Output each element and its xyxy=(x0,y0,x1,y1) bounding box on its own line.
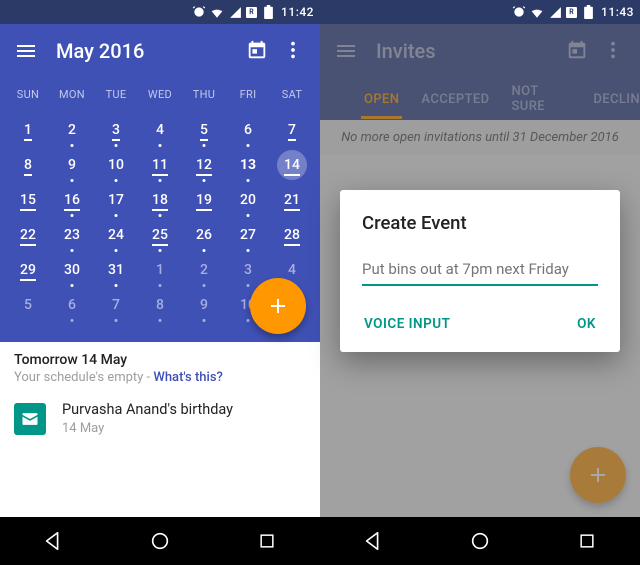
system-nav-bar xyxy=(320,517,640,565)
calendar-day[interactable]: 23 xyxy=(50,219,94,251)
list-item[interactable]: Purvasha Anand's birthday 14 May xyxy=(0,387,320,450)
back-icon[interactable] xyxy=(40,528,66,554)
signal-icon xyxy=(548,5,562,19)
calendar-day[interactable]: 12 xyxy=(182,149,226,181)
left-pane: R 11:42 May 2016 SUNMONTUEWEDTHUFRISAT 1… xyxy=(0,0,320,565)
wifi-icon xyxy=(210,5,224,19)
event-title: Purvasha Anand's birthday xyxy=(62,401,233,418)
calendar-day[interactable]: 27 xyxy=(226,219,270,251)
calendar-day[interactable]: 29 xyxy=(6,254,50,286)
recent-icon[interactable] xyxy=(574,528,600,554)
whats-this-link[interactable]: What's this? xyxy=(153,370,222,385)
calendar-day[interactable]: 5 xyxy=(6,289,50,321)
dow-label: WED xyxy=(138,82,182,111)
page-title[interactable]: May 2016 xyxy=(56,39,240,63)
r-indicator-icon: R xyxy=(246,7,257,18)
battery-icon xyxy=(581,5,595,19)
tomorrow-label: Tomorrow 14 May xyxy=(14,352,306,368)
back-icon[interactable] xyxy=(360,528,386,554)
calendar-day[interactable]: 5 xyxy=(182,114,226,146)
dialog-title: Create Event xyxy=(362,212,598,234)
menu-icon[interactable] xyxy=(14,39,38,63)
schedule-empty-label: Your schedule's empty - What's this? xyxy=(14,370,306,385)
calendar-day[interactable]: 15 xyxy=(6,184,50,216)
calendar-day[interactable]: 19 xyxy=(182,184,226,216)
alarm-icon xyxy=(512,5,526,19)
dow-label: FRI xyxy=(226,82,270,111)
calendar-day[interactable]: 6 xyxy=(50,289,94,321)
wifi-icon xyxy=(530,5,544,19)
system-nav-bar xyxy=(0,517,320,565)
envelope-icon xyxy=(14,403,46,435)
recent-icon[interactable] xyxy=(254,528,280,554)
calendar-day[interactable]: 8 xyxy=(6,149,50,181)
calendar-day[interactable]: 18 xyxy=(138,184,182,216)
home-icon[interactable] xyxy=(467,528,493,554)
calendar-day[interactable]: 17 xyxy=(94,184,138,216)
calendar-day[interactable]: 20 xyxy=(226,184,270,216)
create-event-dialog: Create Event VOICE INPUT OK xyxy=(340,190,620,352)
plus-icon xyxy=(266,294,290,318)
status-bar: R 11:43 xyxy=(320,0,640,24)
event-date: 14 May xyxy=(62,421,233,436)
calendar-day[interactable]: 7 xyxy=(270,114,314,146)
status-time: 11:42 xyxy=(281,5,314,19)
calendar-day[interactable]: 1 xyxy=(6,114,50,146)
dow-label: THU xyxy=(182,82,226,111)
dow-label: MON xyxy=(50,82,94,111)
battery-icon xyxy=(261,5,275,19)
calendar-day[interactable]: 8 xyxy=(138,289,182,321)
calendar-day[interactable]: 11 xyxy=(138,149,182,181)
today-icon[interactable] xyxy=(246,39,270,63)
calendar-day[interactable]: 26 xyxy=(182,219,226,251)
app-bar: May 2016 xyxy=(0,24,320,78)
calendar-day[interactable]: 7 xyxy=(94,289,138,321)
fab-add-button[interactable] xyxy=(250,278,306,334)
event-list: Tomorrow 14 May Your schedule's empty - … xyxy=(0,342,320,517)
calendar-day[interactable]: 10 xyxy=(94,149,138,181)
event-input[interactable] xyxy=(362,256,598,286)
tomorrow-header: Tomorrow 14 May Your schedule's empty - … xyxy=(0,342,320,387)
calendar-day[interactable]: 9 xyxy=(50,149,94,181)
alarm-icon xyxy=(192,5,206,19)
voice-input-button[interactable]: VOICE INPUT xyxy=(362,310,452,338)
calendar-day[interactable]: 2 xyxy=(182,254,226,286)
calendar-day[interactable]: 9 xyxy=(182,289,226,321)
dow-label: SUN xyxy=(6,82,50,111)
dow-label: SAT xyxy=(270,82,314,111)
calendar-day[interactable]: 1 xyxy=(138,254,182,286)
status-bar: R 11:42 xyxy=(0,0,320,24)
calendar-day[interactable]: 4 xyxy=(138,114,182,146)
calendar-day[interactable]: 25 xyxy=(138,219,182,251)
more-icon[interactable] xyxy=(282,39,306,63)
signal-icon xyxy=(228,5,242,19)
calendar-day[interactable]: 22 xyxy=(6,219,50,251)
calendar-day[interactable]: 30 xyxy=(50,254,94,286)
calendar-day[interactable]: 13 xyxy=(226,149,270,181)
calendar-day[interactable]: 24 xyxy=(94,219,138,251)
calendar-day[interactable]: 28 xyxy=(270,219,314,251)
calendar-day[interactable]: 16 xyxy=(50,184,94,216)
dow-label: TUE xyxy=(94,82,138,111)
calendar-day[interactable]: 3 xyxy=(94,114,138,146)
calendar-day[interactable]: 6 xyxy=(226,114,270,146)
calendar-day[interactable]: 14 xyxy=(270,149,314,181)
status-time: 11:43 xyxy=(601,5,634,19)
right-pane: R 11:43 Invites OPENACCEPTEDNOT SUREDECL… xyxy=(320,0,640,565)
calendar-day[interactable]: 21 xyxy=(270,184,314,216)
r-indicator-icon: R xyxy=(566,7,577,18)
calendar-day[interactable]: 2 xyxy=(50,114,94,146)
calendar-day[interactable]: 31 xyxy=(94,254,138,286)
home-icon[interactable] xyxy=(147,528,173,554)
ok-button[interactable]: OK xyxy=(575,310,598,338)
